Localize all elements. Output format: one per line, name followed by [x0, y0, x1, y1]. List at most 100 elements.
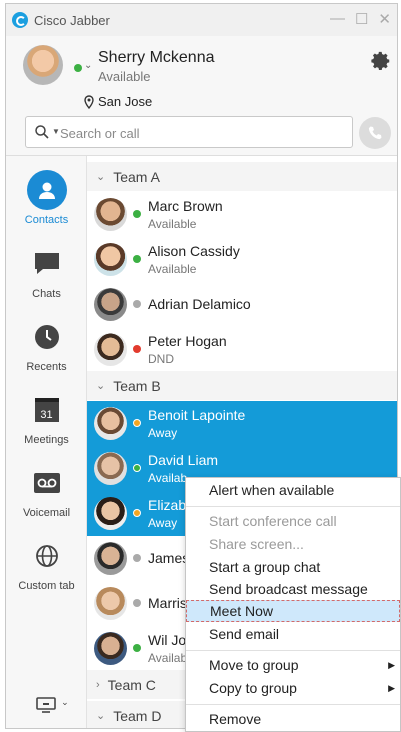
menu-item-start-conference-call[interactable]: Start conference call	[186, 510, 400, 532]
nav-contacts-label: Contacts	[24, 214, 69, 226]
menu-item-share-screen[interactable]: Share screen...	[186, 533, 400, 555]
presence-dot	[133, 644, 141, 652]
window-title: Cisco Jabber	[34, 12, 110, 28]
user-status[interactable]: Available	[98, 69, 151, 84]
nav-contacts[interactable]: Contacts	[6, 170, 87, 226]
chevron-down-icon[interactable]: ⌄	[84, 60, 92, 71]
presence-dot	[133, 300, 141, 308]
gear-icon[interactable]	[370, 50, 392, 72]
nav-voicemail[interactable]: Voicemail	[6, 463, 87, 519]
phone-icon	[368, 126, 382, 140]
menu-item-move-to-group[interactable]: Move to group ▶	[186, 654, 400, 676]
contact-status: Availab	[148, 651, 188, 665]
contact-status: DND	[148, 352, 174, 366]
window-controls: — ☐ ✕	[330, 10, 391, 28]
group-label: Team B	[113, 377, 161, 394]
chevron-right-icon: ›	[96, 678, 100, 691]
contacts-icon	[26, 170, 67, 210]
menu-item-meet-now[interactable]: Meet Now	[186, 600, 400, 622]
menu-item-remove[interactable]: Remove	[186, 708, 400, 730]
nav-voicemail-label: Voicemail	[22, 507, 71, 519]
contact-row[interactable]: Adrian Delamico	[87, 282, 397, 327]
search-dropdown-icon[interactable]: ▼	[52, 127, 60, 136]
presence-dot	[133, 599, 141, 607]
nav-chats[interactable]: Chats	[6, 244, 87, 300]
menu-item-send-broadcast[interactable]: Send broadcast message	[186, 578, 400, 600]
avatar	[94, 632, 127, 665]
contact-status: Away	[148, 516, 178, 530]
contact-name: Benoit Lapointe	[148, 407, 246, 423]
left-navigation: Contacts Chats Recents 31 Meetings Voice…	[6, 156, 87, 728]
menu-separator	[186, 704, 400, 705]
title-bar: Cisco Jabber — ☐ ✕	[6, 4, 397, 36]
contact-name: Marris	[148, 595, 187, 611]
group-label: Team D	[113, 707, 162, 724]
menu-separator	[186, 506, 400, 507]
presence-dot	[133, 210, 141, 218]
chat-bubble-icon	[34, 253, 59, 274]
call-button[interactable]	[359, 117, 391, 149]
clock-icon	[34, 325, 59, 349]
chevron-down-icon: ⌄	[96, 171, 106, 183]
jabber-logo-icon	[12, 12, 28, 28]
contact-name: Marc Brown	[148, 198, 223, 214]
contact-name: David Liam	[148, 452, 219, 468]
contact-status: Available	[148, 217, 197, 231]
presence-dot	[74, 64, 82, 72]
nav-custom-tab-label: Custom tab	[18, 580, 75, 592]
contact-row[interactable]: Marc Brown Available	[87, 192, 397, 237]
voicemail-icon	[33, 473, 60, 493]
chevron-down-icon: ⌄	[96, 710, 106, 722]
menu-item-copy-to-group[interactable]: Copy to group ▶	[186, 677, 400, 699]
group-header-team-a[interactable]: ⌄ Team A	[87, 162, 397, 191]
presence-dot	[133, 554, 141, 562]
calendar-icon: 31	[34, 398, 59, 422]
contact-status: Availab	[148, 471, 188, 485]
contact-row[interactable]: Alison Cassidy Available	[87, 237, 397, 282]
contact-row[interactable]: Benoit Lapointe Away	[87, 401, 397, 446]
presence-dot	[133, 509, 141, 517]
avatar	[94, 243, 127, 276]
avatar	[94, 333, 127, 366]
menu-separator	[186, 650, 400, 651]
avatar	[94, 198, 127, 231]
avatar	[94, 407, 127, 440]
globe-icon	[35, 545, 58, 567]
monitor-phone-icon	[36, 697, 56, 713]
nav-custom-tab[interactable]: Custom tab	[6, 536, 87, 592]
contact-status: Away	[148, 426, 178, 440]
nav-meetings-label: Meetings	[24, 434, 69, 446]
avatar	[94, 542, 127, 575]
minimize-icon[interactable]: —	[330, 10, 345, 28]
search-box[interactable]: ▼	[25, 116, 353, 148]
user-avatar[interactable]	[23, 45, 63, 85]
device-selector[interactable]: ⌄	[36, 697, 69, 716]
calendar-day: 31	[40, 409, 53, 421]
nav-recents-label: Recents	[26, 361, 67, 373]
maximize-icon[interactable]: ☐	[355, 10, 368, 28]
search-input[interactable]	[60, 123, 340, 143]
contact-name: Peter Hogan	[148, 333, 227, 349]
presence-dot	[133, 255, 141, 263]
menu-item-alert-when-available[interactable]: Alert when available	[186, 479, 400, 501]
contact-name: Alison Cassidy	[148, 243, 240, 259]
group-header-team-b[interactable]: ⌄ Team B	[87, 371, 397, 400]
location-label: San Jose	[98, 94, 153, 109]
menu-item-send-email[interactable]: Send email	[186, 623, 400, 645]
close-icon[interactable]: ✕	[378, 10, 391, 28]
chevron-down-icon: ⌄	[96, 380, 106, 392]
presence-dot	[133, 464, 141, 472]
contact-status: Available	[148, 262, 197, 276]
search-icon	[35, 125, 49, 139]
group-label: Team C	[107, 676, 156, 693]
presence-dot	[133, 419, 141, 427]
profile-header: ⌄ Sherry Mckenna Available San Jose ▼	[6, 36, 397, 156]
contact-row[interactable]: Peter Hogan DND	[87, 327, 397, 372]
contact-name: Adrian Delamico	[148, 296, 251, 312]
avatar	[94, 497, 127, 530]
nav-recents[interactable]: Recents	[6, 317, 87, 373]
menu-item-start-group-chat[interactable]: Start a group chat	[186, 556, 400, 578]
nav-meetings[interactable]: 31 Meetings	[6, 390, 87, 446]
context-menu: Alert when available Start conference ca…	[185, 477, 401, 732]
menu-item-label: Move to group	[209, 657, 299, 673]
